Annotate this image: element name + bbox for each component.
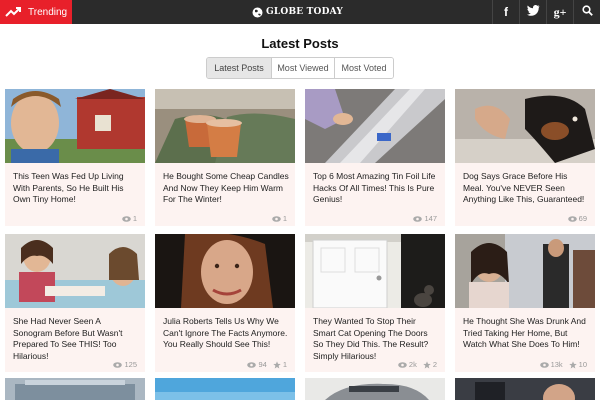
social-links: f g+ [492,0,600,24]
view-count: 1 [122,214,137,223]
star-icon [273,360,281,369]
eye-icon [122,215,131,222]
eye-icon [113,361,123,368]
post-thumbnail[interactable] [305,89,445,163]
post-thumbnail[interactable] [5,89,145,163]
eye-icon [567,215,577,222]
trending-button[interactable]: Trending [0,0,72,24]
post-title[interactable]: Top 6 Most Amazing Tin Foil Life Hacks O… [313,171,439,206]
post-title[interactable]: Julia Roberts Tells Us Why We Can't Igno… [163,316,289,351]
post-thumbnail[interactable] [5,234,145,308]
post-stats: 13k 10 [534,360,587,369]
eye-icon [272,215,281,222]
post-thumbnail[interactable] [155,234,295,308]
post-card[interactable] [455,378,595,400]
view-count: 13k [539,360,563,369]
view-count: 2k [398,360,417,369]
post-card[interactable]: They Wanted To Stop Their Smart Cat Open… [305,234,445,372]
post-card[interactable]: This Teen Was Fed Up Living With Parents… [5,89,145,226]
search-button[interactable] [573,0,600,24]
star-icon [568,360,577,369]
post-card[interactable]: Julia Roberts Tells Us Why We Can't Igno… [155,234,295,372]
twitter-button[interactable] [519,0,546,24]
post-thumbnail[interactable] [155,378,295,400]
brand-name: GLOBE TODAY [266,7,343,17]
vote-count: 2 [423,360,437,369]
post-thumbnail[interactable] [305,378,445,400]
post-card[interactable] [155,378,295,400]
post-stats: 1 [116,214,137,223]
google-plus-icon: g+ [553,4,567,19]
tab-most-voted[interactable]: Most Voted [334,58,393,78]
post-thumbnail[interactable] [455,234,595,308]
post-title[interactable]: This Teen Was Fed Up Living With Parents… [13,171,139,206]
facebook-icon: f [504,5,508,19]
eye-icon [398,361,407,368]
post-stats: 94 1 [241,360,287,369]
post-thumbnail[interactable] [155,89,295,163]
post-title[interactable]: He Bought Some Cheap Candles And Now The… [163,171,289,206]
trending-label: Trending [28,6,68,18]
post-thumbnail[interactable] [5,378,145,400]
post-title[interactable]: She Had Never Seen A Sonogram Before But… [13,316,139,362]
post-card[interactable] [305,378,445,400]
globe-icon [252,7,263,18]
post-card[interactable] [5,378,145,400]
eye-icon [539,361,549,368]
post-card[interactable]: Top 6 Most Amazing Tin Foil Life Hacks O… [305,89,445,226]
star-icon [423,360,431,369]
view-count: 147 [413,214,437,223]
post-card[interactable]: She Had Never Seen A Sonogram Before But… [5,234,145,372]
page-title: Latest Posts [261,36,339,51]
post-stats: 147 [407,214,437,223]
brand-logo[interactable]: GLOBE TODAY [252,0,343,24]
tab-most-viewed[interactable]: Most Viewed [271,58,334,78]
post-thumbnail[interactable] [305,234,445,308]
post-stats: 125 [107,360,137,369]
view-count: 125 [113,360,137,369]
top-bar: Trending GLOBE TODAY f g+ [0,0,600,24]
vote-count: 10 [568,360,587,369]
twitter-icon [526,5,540,19]
post-card[interactable]: He Thought She Was Drunk And Tried Takin… [455,234,595,372]
post-card[interactable]: Dog Says Grace Before His Meal. You've N… [455,89,595,226]
post-title[interactable]: They Wanted To Stop Their Smart Cat Open… [313,316,439,362]
view-count: 69 [567,214,587,223]
post-thumbnail[interactable] [455,378,595,400]
vote-count: 1 [273,360,287,369]
post-thumbnail[interactable] [455,89,595,163]
search-icon [581,5,593,19]
eye-icon [413,215,423,222]
trending-arrow-icon [5,5,23,19]
post-stats: 1 [266,214,287,223]
post-stats: 69 [562,214,587,223]
post-title[interactable]: He Thought She Was Drunk And Tried Takin… [463,316,589,351]
post-title[interactable]: Dog Says Grace Before His Meal. You've N… [463,171,589,206]
post-stats: 2k 2 [392,360,437,369]
tab-latest-posts[interactable]: Latest Posts [207,58,271,78]
view-count: 94 [247,360,267,369]
post-card[interactable]: He Bought Some Cheap Candles And Now The… [155,89,295,226]
post-filter-tabs: Latest Posts Most Viewed Most Voted [206,57,394,79]
google-plus-button[interactable]: g+ [546,0,573,24]
eye-icon [247,361,257,368]
view-count: 1 [272,214,287,223]
facebook-button[interactable]: f [492,0,519,24]
